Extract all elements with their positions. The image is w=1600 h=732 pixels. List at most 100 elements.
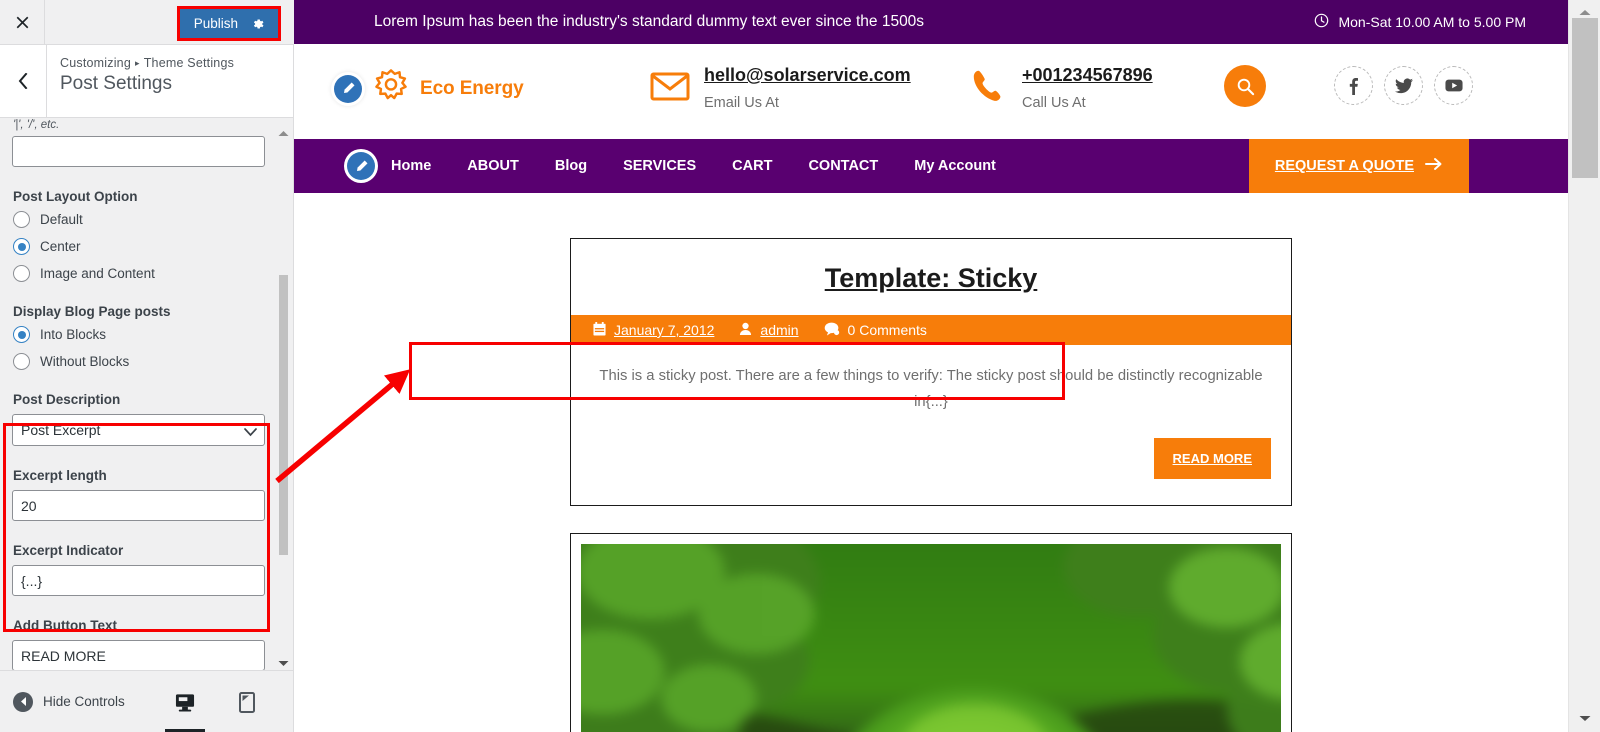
hide-controls-button[interactable]: Hide Controls bbox=[13, 691, 125, 712]
post-date-text[interactable]: January 7, 2012 bbox=[614, 322, 714, 338]
post-comments-text: 0 Comments bbox=[847, 322, 927, 338]
site-header: Eco Energy hello@solarservice.com Email … bbox=[294, 44, 1568, 139]
customizer-panel-header: Customizing ▸ Theme Settings Post Settings bbox=[0, 45, 293, 118]
radio-icon bbox=[13, 353, 30, 370]
radio-post-layout-default[interactable]: Default bbox=[13, 211, 269, 228]
nav-item-cart[interactable]: CART bbox=[732, 158, 772, 174]
browser-scrollbar[interactable] bbox=[1568, 0, 1600, 732]
add-button-text-input[interactable] bbox=[12, 640, 265, 670]
gear-icon[interactable] bbox=[251, 17, 265, 31]
site-topbar: Lorem Ipsum has been the industry's stan… bbox=[294, 0, 1568, 44]
post-author-text[interactable]: admin bbox=[760, 322, 798, 338]
panel-titles: Customizing ▸ Theme Settings Post Settings bbox=[47, 45, 234, 117]
post-list: Template: Sticky January 7, 2012 admin 0… bbox=[294, 193, 1568, 732]
scrollbar-down-arrow-icon[interactable] bbox=[1578, 710, 1592, 728]
nav-item-blog[interactable]: Blog bbox=[555, 158, 587, 174]
radio-label: Default bbox=[40, 212, 83, 227]
post-author: admin bbox=[739, 322, 799, 339]
nav-links: Home ABOUT Blog SERVICES CART CONTACT My… bbox=[391, 158, 996, 174]
scrollbar-thumb[interactable] bbox=[1572, 18, 1598, 178]
header-phone-text: +001234567896 Call Us At bbox=[1022, 64, 1153, 112]
post-description-label: Post Description bbox=[13, 392, 121, 407]
phone-glyph bbox=[973, 70, 1001, 101]
excerpt-indicator-label: Excerpt Indicator bbox=[13, 543, 124, 558]
radio-post-layout-image-and-content[interactable]: Image and Content bbox=[13, 265, 269, 282]
scrollbar-up-glyph bbox=[1579, 10, 1591, 15]
post-description-select[interactable]: Post Excerpt bbox=[12, 414, 265, 446]
site-preview: Lorem Ipsum has been the industry's stan… bbox=[294, 0, 1568, 732]
twitter-icon[interactable] bbox=[1384, 66, 1423, 105]
separator-hint-text: '|', '/', etc. bbox=[13, 119, 60, 131]
desktop-glyph bbox=[175, 693, 195, 712]
desktop-icon[interactable] bbox=[165, 689, 205, 732]
tablet-icon[interactable] bbox=[237, 689, 257, 715]
close-icon[interactable] bbox=[0, 0, 45, 44]
post-featured-image-graphic bbox=[581, 543, 1281, 732]
calendar-glyph bbox=[593, 321, 606, 335]
twitter-glyph bbox=[1394, 77, 1413, 93]
request-a-quote-button[interactable]: REQUEST A QUOTE bbox=[1248, 139, 1469, 193]
nav-item-my-account[interactable]: My Account bbox=[914, 158, 996, 174]
post-meta: January 7, 2012 admin 0 Comments bbox=[571, 315, 1291, 345]
nav-item-home[interactable]: Home bbox=[391, 158, 431, 174]
page-title: Post Settings bbox=[60, 73, 172, 94]
separator-input[interactable] bbox=[12, 136, 265, 167]
header-email-block: hello@solarservice.com Email Us At bbox=[650, 64, 911, 112]
customizer-controls: '|', '/', etc. Post Layout Option Defaul… bbox=[0, 119, 281, 670]
post-date: January 7, 2012 bbox=[593, 321, 714, 339]
youtube-icon[interactable] bbox=[1434, 66, 1473, 105]
search-icon[interactable] bbox=[1224, 65, 1266, 107]
header-email-value[interactable]: hello@solarservice.com bbox=[704, 65, 911, 85]
sidebar-scrollbar-thumb[interactable] bbox=[279, 275, 288, 555]
customizer-footer: Hide Controls bbox=[0, 670, 315, 732]
breadcrumb-section[interactable]: Theme Settings bbox=[144, 56, 234, 70]
header-phone-value[interactable]: +001234567896 bbox=[1022, 65, 1153, 85]
facebook-icon[interactable] bbox=[1334, 66, 1373, 105]
breadcrumb-root[interactable]: Customizing bbox=[60, 56, 131, 70]
clock-glyph bbox=[1315, 13, 1329, 28]
radio-display-into-blocks[interactable]: Into Blocks bbox=[13, 326, 269, 343]
excerpt-indicator-input[interactable] bbox=[12, 565, 265, 596]
excerpt-length-input[interactable] bbox=[12, 490, 265, 521]
site-brand[interactable]: Eco Energy bbox=[334, 68, 524, 109]
radio-post-layout-center[interactable]: Center bbox=[13, 238, 269, 255]
pencil-edit-icon[interactable] bbox=[334, 74, 362, 103]
display-blog-label: Display Blog Page posts bbox=[13, 304, 171, 319]
excerpt-length-label: Excerpt length bbox=[13, 468, 107, 483]
calendar-icon bbox=[593, 321, 606, 339]
arrow-right-glyph bbox=[1425, 158, 1442, 170]
post-featured-image[interactable] bbox=[581, 543, 1281, 732]
customizer-sidebar: Publish Customizing ▸ Theme Settings Pos… bbox=[0, 0, 315, 732]
post-title[interactable]: Template: Sticky bbox=[571, 263, 1291, 294]
arrow-right-icon bbox=[1425, 157, 1443, 175]
nav-item-services[interactable]: SERVICES bbox=[623, 158, 696, 174]
search-glyph bbox=[1237, 78, 1254, 95]
phone-icon bbox=[970, 67, 1008, 110]
panel-back-button[interactable] bbox=[0, 45, 47, 117]
customizer-header: Publish bbox=[0, 0, 294, 45]
radio-icon bbox=[13, 211, 30, 228]
gear-icon-glyph bbox=[254, 18, 264, 29]
read-more-button[interactable]: READ MORE bbox=[1153, 437, 1271, 479]
brand-name: Eco Energy bbox=[420, 77, 524, 99]
topbar-hours-text: Mon-Sat 10.00 AM to 5.00 PM bbox=[1338, 14, 1526, 30]
screen-root: Publish Customizing ▸ Theme Settings Pos… bbox=[0, 0, 1600, 732]
comment-glyph bbox=[824, 322, 839, 336]
collapse-arrow-glyph bbox=[20, 697, 26, 706]
publish-button[interactable]: Publish bbox=[179, 9, 278, 38]
scroll-up-arrow-icon[interactable] bbox=[277, 125, 290, 143]
envelope-glyph bbox=[650, 72, 690, 101]
close-icon-glyph bbox=[16, 16, 28, 28]
sun-logo-glyph bbox=[375, 69, 407, 100]
post-card-sticky: Template: Sticky January 7, 2012 admin 0… bbox=[570, 238, 1292, 506]
publish-highlight-box: Publish bbox=[176, 6, 281, 41]
pencil-glyph bbox=[343, 82, 354, 93]
nav-item-about[interactable]: ABOUT bbox=[467, 158, 519, 174]
nav-item-contact[interactable]: CONTACT bbox=[808, 158, 878, 174]
radio-icon-selected bbox=[13, 326, 30, 343]
radio-icon-selected bbox=[13, 238, 30, 255]
nav-pencil-edit-icon[interactable] bbox=[347, 152, 375, 180]
radio-display-without-blocks[interactable]: Without Blocks bbox=[13, 353, 269, 370]
breadcrumb: Customizing ▸ Theme Settings bbox=[60, 56, 234, 70]
radio-label: Into Blocks bbox=[40, 327, 107, 342]
